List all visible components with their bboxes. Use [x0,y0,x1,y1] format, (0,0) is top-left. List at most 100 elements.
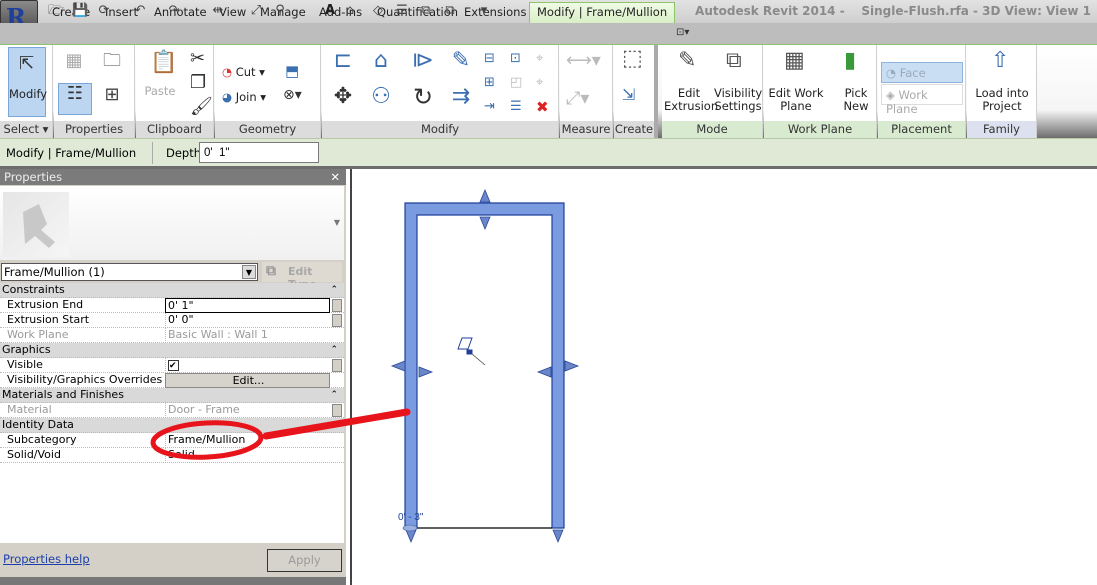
join-geometry-button[interactable]: ◕ Join ▾ [222,90,266,104]
tab-modify-frame-mullion[interactable]: Modify | Frame/Mullion [529,2,676,23]
face-placement-button[interactable]: ◔ Face [881,62,963,83]
pick-new-button[interactable]: ▮ Pick New [838,49,874,113]
measure-icon[interactable]: ⇹ [210,3,226,19]
split-gap-icon[interactable]: ⊡ [510,49,521,69]
depth-input[interactable] [199,142,319,163]
edit-work-plane-button[interactable]: ▦ Edit Work Plane [766,49,826,113]
paste-button[interactable]: 📋 Paste [140,49,180,98]
array-icon[interactable]: ⊞ [484,73,495,93]
text-icon[interactable]: A [322,3,338,19]
measure-between-icon[interactable]: ⟷▾ [566,51,601,71]
work-plane-placement-button[interactable]: ◈ Work Plane [881,84,963,116]
cut-geometry-button[interactable]: ◔ Cut ▾ [222,65,265,79]
switch-windows-icon[interactable]: ⧉ [442,3,458,19]
visibility-cube-icon: ⧉ [726,48,742,73]
cursor-icon: ⇱ [19,53,35,74]
section-icon[interactable]: ◇ [370,3,386,19]
dimension-icon[interactable]: ⤢ [248,3,264,19]
parameter-button[interactable] [332,359,342,372]
copy-icon[interactable]: ❐ [190,73,206,93]
type-properties-icon[interactable]: ⊞ [98,85,126,105]
customize-icon[interactable]: ▾ [476,3,492,19]
extrusion-start-value[interactable]: 0' 0" [165,313,330,328]
unpin-icon[interactable]: ⌖ [536,49,543,69]
scale-icon[interactable]: ◰ [510,73,522,93]
group-graphics[interactable]: Graphics ⌃ [0,343,344,358]
visibility-settings-button[interactable]: ⧉ Visibility Settings [714,49,762,113]
copy-element-icon[interactable]: ⚇ [366,86,396,108]
delete-icon[interactable]: ✖ [536,97,549,117]
select-dropdown[interactable]: Select ▾ [0,121,52,138]
parameter-button[interactable] [332,404,342,417]
move-icon[interactable]: ✥ [328,86,358,108]
context-label: Modify | Frame/Mullion [6,146,137,160]
collapse-icon[interactable]: ⌃ [330,283,338,297]
rotate-icon[interactable]: ↻ [408,85,438,109]
save-icon[interactable]: 💾 [72,3,88,19]
split-face-icon[interactable]: ⊗▾ [283,85,302,105]
trim-multiple-icon[interactable]: ☰ [510,97,522,117]
panel-placement: ◔ Face ◈ Work Plane Placement [878,45,966,138]
panel-work-plane: ▦ Edit Work Plane ▮ Pick New Work Plane [764,45,877,138]
dropdown-arrow-icon[interactable]: ▼ [242,265,256,279]
3d-view-icon[interactable]: ⌂ [342,3,358,19]
sync-icon[interactable]: ⟳ [96,3,112,19]
edit-overrides-button[interactable]: Edit... [165,373,330,388]
edit-type-button[interactable]: ⧉Edit Type [262,262,342,291]
properties-title-bar[interactable]: Properties ✕ [0,169,346,185]
collapse-icon[interactable]: ⌃ [330,343,338,357]
parameter-button[interactable] [332,314,342,327]
visible-checkbox[interactable]: ✔ [168,360,179,371]
tab-extensions[interactable]: Extensions [464,3,526,22]
panel-select: ⇱ Modify Select ▾ [0,45,53,138]
family-category-icon[interactable]: 🗀 [98,51,126,71]
family-types-icon[interactable]: ▦ [60,51,88,71]
close-hidden-icon[interactable]: ⧉ [418,3,434,19]
property-row: Extrusion End 0' 1" [0,298,344,313]
create-similar-icon[interactable]: ⬚ [622,48,643,70]
modify-button[interactable]: ⇱ Modify [8,47,47,117]
type-selector[interactable]: Frame/Mullion (1) ▼ [1,263,258,281]
properties-help-link[interactable]: Properties help [3,552,90,566]
minimize-ribbon-icon[interactable]: ⊡▾ [676,27,689,38]
clipboard-icon: 📋 [150,50,178,75]
create-group-icon[interactable]: ⇲ [622,85,635,105]
trim-extend-icon[interactable]: ⇉ [446,86,476,108]
cut-scissors-icon[interactable]: ✂ [190,49,205,69]
property-row: Subcategory Frame/Mullion [0,433,344,448]
align-icon[interactable]: ⊏ [328,50,358,72]
thin-lines-icon[interactable]: ☰ [394,3,410,19]
trim-single-icon[interactable]: ⇥ [484,97,495,117]
measure-along-icon[interactable]: ⤢▾ [566,89,589,109]
undo-icon[interactable]: ↶ [132,3,148,19]
extrusion-end-input[interactable]: 0' 1" [165,298,330,313]
close-icon[interactable]: ✕ [330,169,340,185]
subcategory-value[interactable]: Frame/Mullion [165,433,330,448]
split-element-icon[interactable]: ⊟ [484,49,495,69]
load-into-project-button[interactable]: ⇧ Load into Project [969,49,1035,113]
drawing-viewport[interactable] [350,169,1097,585]
edit-extrusion-button[interactable]: ✎ Edit Extrusion [664,49,718,113]
property-row: Extrusion Start 0' 0" [0,313,344,328]
redo-icon[interactable]: ↷ [166,3,182,19]
mirror-draw-axis-icon[interactable]: ✎ [446,50,476,72]
tag-icon[interactable]: ⚲ [272,3,288,19]
collapse-icon[interactable]: ⌃ [330,388,338,402]
group-constraints[interactable]: Constraints ⌃ [0,283,344,298]
group-materials[interactable]: Materials and Finishes ⌃ [0,388,344,403]
panel-modify: ⊏ ⌂ ⧐ ✎ ✥ ⚇ ↻ ⇉ ⊟ ⊡ ⌖ ⊞ ◰ ⌖ ⇥ ☰ ✖ Modify [322,45,559,138]
open-icon[interactable]: 🗁 [48,3,64,19]
mirror-pick-axis-icon[interactable]: ⧐ [408,50,438,72]
properties-palette-button[interactable]: ☷ [58,83,92,115]
group-identity-data[interactable]: Identity Data [0,418,344,433]
panel-clipboard: 📋 Paste ✂ ❐ 🖌 Clipboard [136,45,214,138]
solid-void-value[interactable]: Solid [165,448,330,463]
offset-icon[interactable]: ⌂ [366,50,396,72]
match-properties-icon[interactable]: 🖌 [190,97,213,117]
parameter-button[interactable] [332,299,342,312]
property-row: Visible ✔ [0,358,344,373]
chevron-down-icon[interactable]: ▼ [334,218,340,227]
wall-joins-icon[interactable]: ⬒ [285,61,299,81]
pin-icon[interactable]: ⌖ [536,73,543,93]
apply-button[interactable]: Apply [267,549,342,572]
